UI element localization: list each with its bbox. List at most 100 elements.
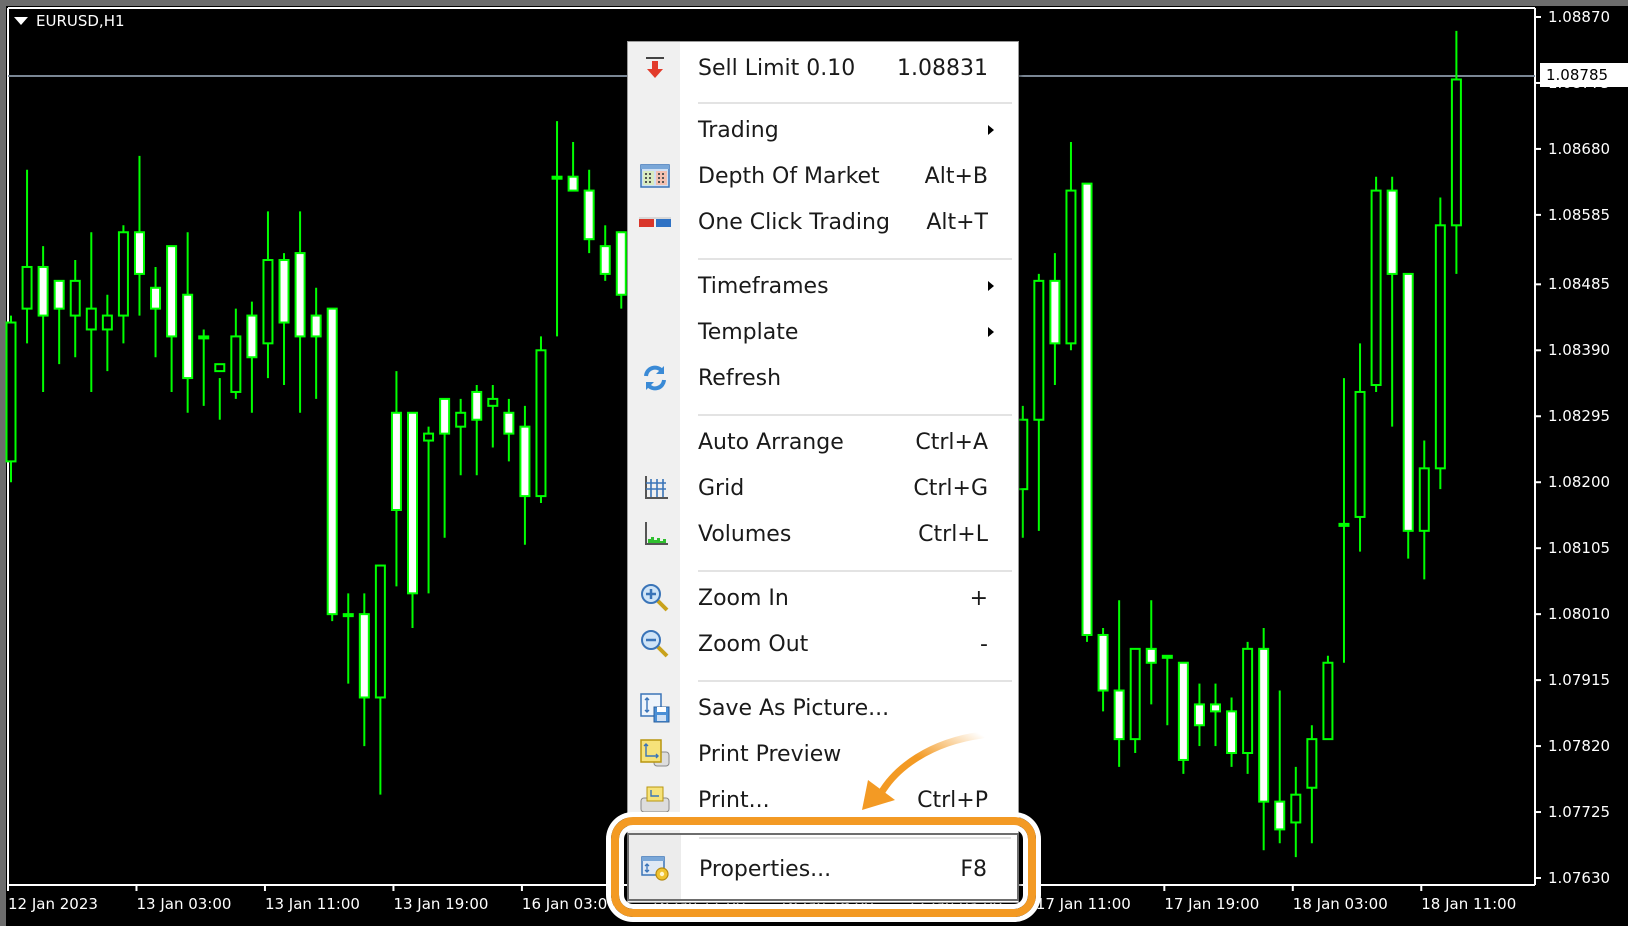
time-tick-label: 17 Jan 11:00 <box>1035 895 1131 913</box>
candle-body <box>358 613 370 699</box>
time-tick-label: 17 Jan 19:00 <box>1164 895 1260 913</box>
time-tick-label: 13 Jan 19:00 <box>393 895 489 913</box>
menu-item-shortcut: Alt+T <box>926 209 988 235</box>
menu-item-save-as-picture[interactable]: Save As Picture... <box>628 686 1018 730</box>
candle-body <box>1338 522 1350 527</box>
candle-body <box>1129 647 1141 741</box>
volumes-icon <box>638 517 672 551</box>
symbol-header[interactable]: EURUSD,H1 <box>14 12 125 30</box>
zoom-in-icon <box>638 581 672 615</box>
candle-body <box>310 314 322 338</box>
candle-body <box>1258 647 1270 803</box>
candle-body <box>1306 738 1318 789</box>
refresh-icon <box>638 361 672 395</box>
menu-item-zoom-out[interactable]: Zoom Out - <box>628 622 1018 666</box>
menu-item-auto-arrange[interactable]: Auto Arrange Ctrl+A <box>628 420 1018 464</box>
candle-body <box>198 335 210 340</box>
time-tick-label: 12 Jan 2023 <box>8 895 98 913</box>
candle-body <box>1097 633 1109 692</box>
menu-item-depth-of-market[interactable]: Depth Of Market Alt+B <box>628 154 1018 198</box>
price-tick-label: 1.08390 <box>1548 341 1611 360</box>
price-tick-label: 1.07630 <box>1548 869 1611 887</box>
time-tick-label: 18 Jan 11:00 <box>1421 895 1517 913</box>
menu-item-label: Timeframes <box>698 273 829 299</box>
menu-item-grid[interactable]: Grid Ctrl+G <box>628 466 1018 510</box>
candle-body <box>166 245 178 338</box>
menu-item-shortcut: Ctrl+G <box>913 475 988 501</box>
candle-body <box>1402 272 1414 532</box>
submenu-arrow-icon <box>988 125 994 135</box>
menu-separator <box>698 258 1012 260</box>
price-tick-label: 1.07725 <box>1548 803 1611 822</box>
time-tick-label: 18 Jan 03:00 <box>1292 895 1388 913</box>
menu-item-print[interactable]: Print... Ctrl+P <box>628 778 1018 822</box>
menu-item-zoom-in[interactable]: Zoom In + <box>628 576 1018 620</box>
candle-body <box>1049 279 1061 345</box>
sell-limit-arrow-icon <box>638 51 672 85</box>
candle-body <box>407 411 418 595</box>
candle-body <box>471 390 483 421</box>
price-tick-label: 1.08485 <box>1548 275 1611 294</box>
menu-item-shortcut: - <box>980 631 988 657</box>
candle-body <box>551 175 563 180</box>
candle-body <box>455 411 467 428</box>
candle-body <box>294 252 306 338</box>
time-tick-label: 13 Jan 03:00 <box>136 895 232 913</box>
candle-body <box>69 279 81 317</box>
price-tick-label: 1.08105 <box>1548 539 1611 558</box>
menu-item-shortcut: 1.08831 <box>897 55 988 81</box>
menu-separator <box>698 102 1012 104</box>
menu-item-shortcut: Ctrl+P <box>917 787 988 813</box>
candle-body <box>326 307 338 616</box>
depth-of-market-icon <box>638 159 672 193</box>
printer-icon <box>638 783 672 817</box>
price-tick-label: 1.08295 <box>1548 407 1611 426</box>
menu-item-label: Print Preview <box>698 741 842 767</box>
candle-body <box>1161 654 1173 659</box>
candle-body <box>182 293 194 380</box>
candle-body <box>1177 661 1189 761</box>
menu-item-sell-limit[interactable]: Sell Limit 0.10 1.08831 <box>628 46 1018 90</box>
candle-body <box>1370 189 1382 387</box>
grid-icon <box>638 471 672 505</box>
menu-item-volumes[interactable]: Volumes Ctrl+L <box>628 512 1018 556</box>
menu-separator <box>698 414 1012 416</box>
context-menu: Sell Limit 0.10 1.08831 Trading Depth Of Ma… <box>627 41 1019 903</box>
candle-body <box>1065 189 1077 345</box>
time-tick-label: 16 Jan 03:00 <box>521 895 617 913</box>
menu-item-label: One Click Trading <box>698 209 890 235</box>
candle-body <box>117 231 129 317</box>
candle-body <box>374 564 386 699</box>
menu-item-label: Sell Limit 0.10 <box>698 55 856 81</box>
menu-item-label: Template <box>698 319 799 345</box>
candle-body <box>1450 78 1462 227</box>
candle-body <box>214 363 226 373</box>
candle-body <box>1386 189 1398 275</box>
candle-body <box>150 286 162 310</box>
zoom-out-icon <box>638 627 672 661</box>
menu-item-timeframes[interactable]: Timeframes <box>628 264 1018 308</box>
print-preview-icon <box>638 737 672 771</box>
menu-item-template[interactable]: Template <box>628 310 1018 354</box>
save-picture-icon <box>638 691 672 725</box>
menu-item-label: Depth Of Market <box>698 163 880 189</box>
menu-item-print-preview[interactable]: Print Preview <box>628 732 1018 776</box>
symbol-dropdown-icon[interactable] <box>14 17 28 25</box>
candle-body <box>1290 793 1302 824</box>
candle-body <box>246 314 258 359</box>
candle-body <box>85 307 97 331</box>
candle-body <box>230 335 242 393</box>
menu-item-label: Grid <box>698 475 745 501</box>
candle-body <box>1274 800 1286 831</box>
menu-item-one-click-trading[interactable]: One Click Trading Alt+T <box>628 200 1018 244</box>
candle-body <box>278 259 290 324</box>
submenu-arrow-icon <box>988 327 994 337</box>
candle-body <box>1193 703 1205 727</box>
price-tick-label: 1.07820 <box>1548 737 1611 756</box>
candle-body <box>1418 467 1430 532</box>
candle-body <box>615 231 627 296</box>
highlight-frame <box>611 817 1036 917</box>
menu-item-label: Save As Picture... <box>698 695 890 721</box>
menu-item-trading[interactable]: Trading <box>628 108 1018 152</box>
menu-item-refresh[interactable]: Refresh <box>628 356 1018 400</box>
